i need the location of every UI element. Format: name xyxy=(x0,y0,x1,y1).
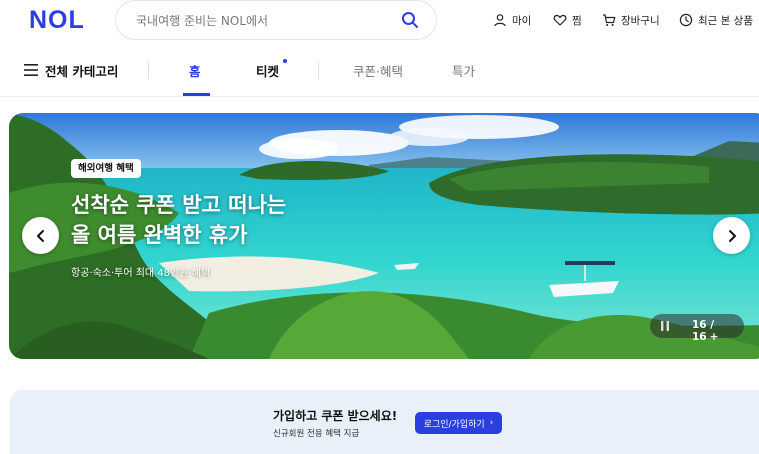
signup-promo: 가입하고 쿠폰 받으세요! 신규회원 전용 혜택 지급 로그인/가입하기 › xyxy=(10,390,759,454)
my-page-label: 마이 xyxy=(512,14,532,27)
recently-viewed-label: 최근 본 상품 xyxy=(698,14,753,27)
wishlist-link[interactable]: 찜 xyxy=(553,12,582,28)
tab-home[interactable]: 홈 xyxy=(189,61,201,80)
hero-banner[interactable]: 해외여행 혜택 선착순 쿠폰 받고 떠나는 올 여름 완벽한 휴가 항공·숙소·… xyxy=(9,113,759,359)
banner-headline-line-2: 올 여름 완벽한 휴가 xyxy=(71,223,248,247)
slide-counter-text: 16 / 16 + xyxy=(692,319,744,343)
nav-divider xyxy=(318,61,319,79)
prev-slide-button[interactable] xyxy=(22,217,59,254)
search-icon[interactable] xyxy=(400,10,420,30)
recently-viewed-link[interactable]: 최근 본 상품 xyxy=(679,12,753,28)
nav-divider xyxy=(148,61,149,79)
banner-headline: 선착순 쿠폰 받고 떠나는 올 여름 완벽한 휴가 xyxy=(71,190,286,250)
slide-counter: 16 / 16 + xyxy=(650,314,744,343)
chevron-right-icon: › xyxy=(489,418,494,428)
cart-icon xyxy=(603,14,616,26)
logo[interactable]: NOL xyxy=(29,6,85,35)
view-all-slides-button[interactable]: + xyxy=(710,331,719,343)
wishlist-label: 찜 xyxy=(572,14,582,27)
cart-link[interactable]: 장바구니 xyxy=(602,12,660,28)
chevron-left-icon xyxy=(36,229,44,242)
banner-headline-line-1: 선착순 쿠폰 받고 떠나는 xyxy=(71,193,287,217)
category-nav: 전체 카테고리 홈 티켓 쿠폰·혜택 특가 xyxy=(0,44,759,97)
banner-subtext: 항공·숙소·투어 최대 48만원 혜택 xyxy=(71,268,211,279)
search-bar[interactable] xyxy=(115,0,437,40)
tab-ticket[interactable]: 티켓 xyxy=(256,61,279,80)
next-slide-button[interactable] xyxy=(713,217,750,254)
all-categories-button[interactable]: 전체 카테고리 xyxy=(45,61,118,80)
tab-coupons-benefits[interactable]: 쿠폰·혜택 xyxy=(353,61,403,80)
new-dot-badge xyxy=(283,59,287,63)
signup-subtitle: 신규회원 전용 혜택 지급 xyxy=(273,429,360,439)
heart-icon xyxy=(553,14,567,26)
active-tab-indicator xyxy=(183,93,210,96)
my-page-link[interactable]: 마이 xyxy=(493,12,531,28)
menu-icon[interactable] xyxy=(24,64,38,76)
header: NOL 마이 찜 장바구니 최근 본 상품 xyxy=(0,0,759,40)
chevron-right-icon xyxy=(728,229,736,242)
clock-icon xyxy=(679,13,693,27)
search-input[interactable] xyxy=(136,11,396,31)
signup-title: 가입하고 쿠폰 받으세요! xyxy=(273,409,398,423)
tab-special-deals[interactable]: 특가 xyxy=(452,61,475,80)
person-icon xyxy=(494,14,506,27)
pause-icon[interactable] xyxy=(660,320,670,332)
login-signup-button[interactable]: 로그인/가입하기 › xyxy=(415,412,502,434)
login-signup-label: 로그인/가입하기 xyxy=(423,419,485,430)
banner-badge: 해외여행 혜택 xyxy=(71,159,141,178)
cart-label: 장바구니 xyxy=(621,14,660,27)
